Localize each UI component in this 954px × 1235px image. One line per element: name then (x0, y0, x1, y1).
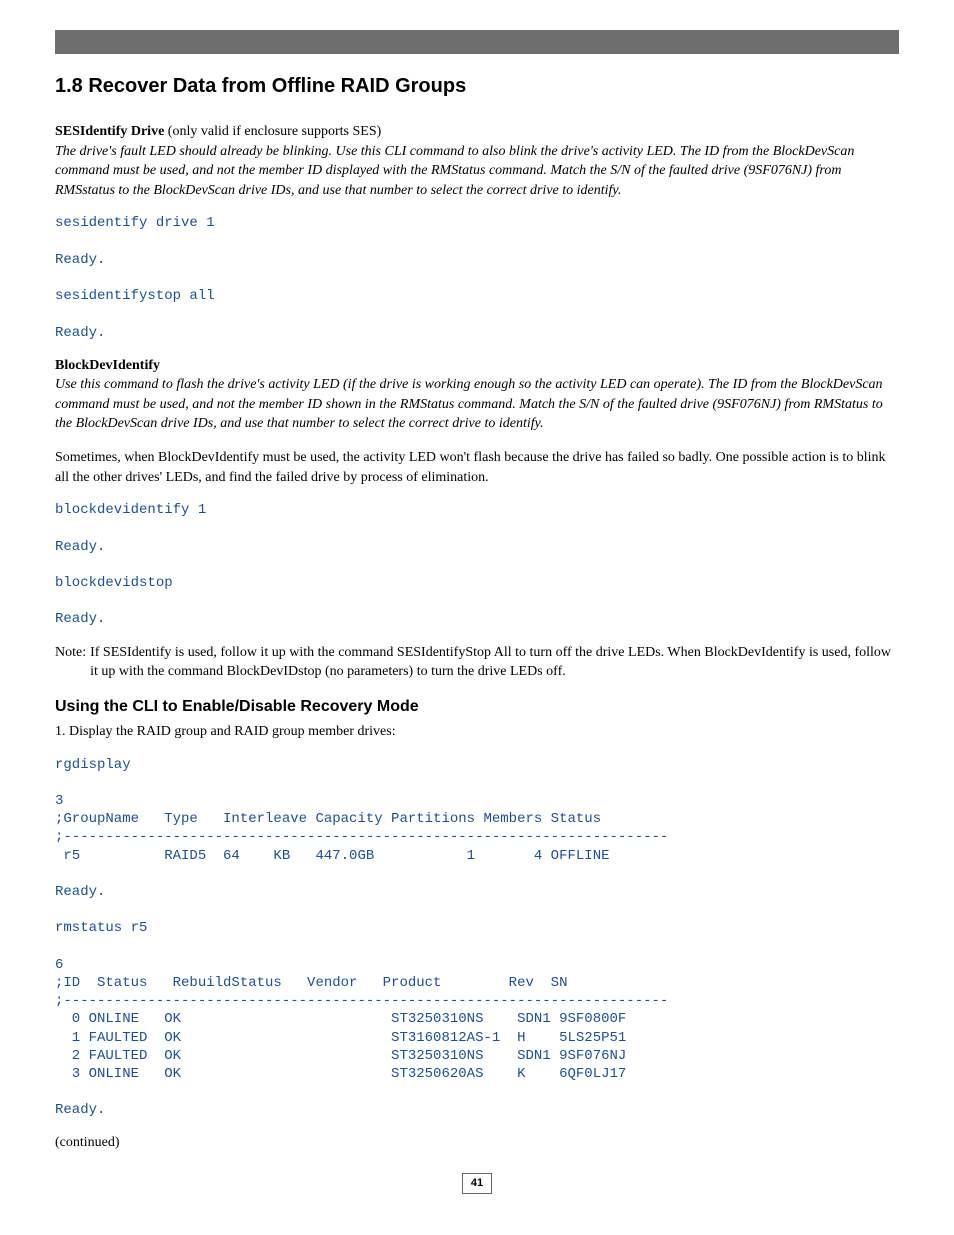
note-block: Note: If SESIdentify is used, follow it … (55, 643, 899, 682)
ses-intro: SESIdentify Drive (only valid if enclosu… (55, 122, 899, 200)
code-rgdisplay: rgdisplay 3 ;GroupName Type Interleave C… (55, 756, 899, 1120)
bdi-para: Sometimes, when BlockDevIdentify must be… (55, 448, 899, 487)
ses-label: SESIdentify Drive (55, 124, 164, 139)
ses-paren: (only valid if enclosure supports SES) (164, 124, 381, 139)
code-ses: sesidentify drive 1 Ready. sesidentifyst… (55, 214, 899, 341)
subheading-recovery: Using the CLI to Enable/Disable Recovery… (55, 696, 899, 718)
note-body: If SESIdentify is used, follow it up wit… (90, 643, 899, 682)
page-number: 41 (55, 1173, 899, 1194)
page-number-value: 41 (462, 1173, 492, 1194)
continued-label: (continued) (55, 1133, 899, 1153)
bdi-intro: BlockDevIdentify Use this command to fla… (55, 356, 899, 434)
section-title: 1.8 Recover Data from Offline RAID Group… (55, 72, 899, 100)
header-bar (55, 30, 899, 54)
note-label: Note: (55, 643, 90, 682)
bdi-label: BlockDevIdentify (55, 358, 160, 373)
bdi-italic: Use this command to flash the drive's ac… (55, 377, 883, 431)
code-bdi: blockdevidentify 1 Ready. blockdevidstop… (55, 501, 899, 628)
step-1: 1. Display the RAID group and RAID group… (55, 722, 899, 742)
ses-italic: The drive's fault LED should already be … (55, 144, 854, 198)
